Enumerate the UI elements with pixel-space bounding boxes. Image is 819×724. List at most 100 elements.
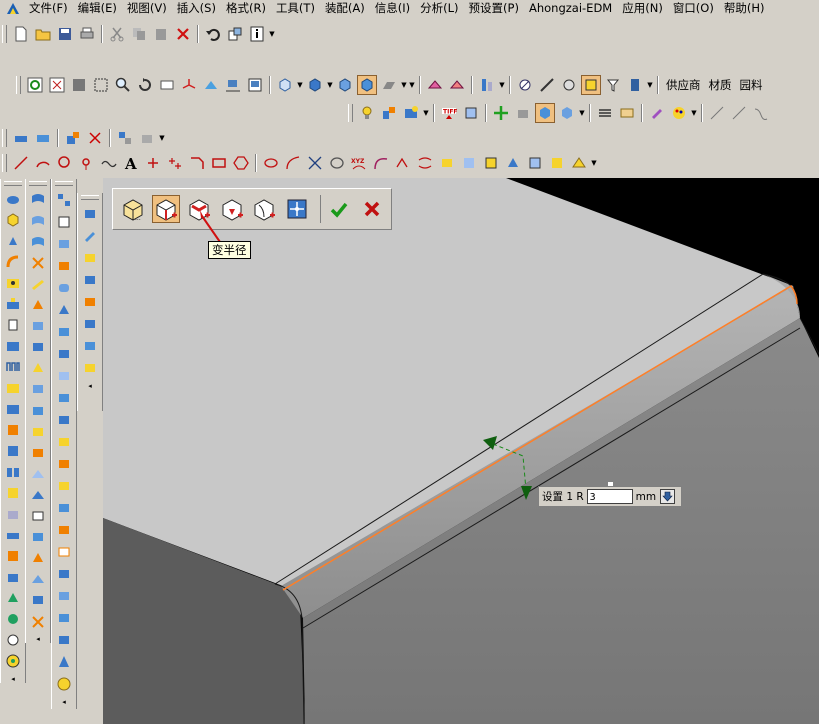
toolbar-dropdown-icon[interactable]: ▼: [158, 134, 166, 142]
extract-curve-icon[interactable]: [459, 153, 479, 173]
toolbar-dropdown-icon[interactable]: ▼: [408, 81, 416, 89]
shaded-face-icon[interactable]: [54, 564, 74, 584]
groove-icon[interactable]: [3, 379, 23, 398]
edge-blend-options-icon[interactable]: ...: [119, 195, 147, 223]
subtract-icon[interactable]: [54, 366, 74, 386]
face-analysis-icon[interactable]: [425, 75, 445, 95]
zoom-window-icon[interactable]: [69, 75, 89, 95]
strip-scroll-icon[interactable]: ◂: [36, 635, 40, 643]
graphics-viewport[interactable]: [103, 178, 819, 724]
thread-icon[interactable]: [3, 421, 23, 440]
menu-assembly[interactable]: 装配(A): [320, 0, 370, 17]
mating-icon[interactable]: [63, 128, 83, 148]
intersect-icon[interactable]: [54, 388, 74, 408]
menu-help[interactable]: 帮助(H): [719, 0, 770, 17]
law-extension-icon[interactable]: [28, 422, 48, 441]
body-icon[interactable]: [535, 103, 555, 123]
copy-icon[interactable]: [129, 24, 149, 44]
n-sided-icon[interactable]: [28, 295, 48, 314]
measure-icon[interactable]: [515, 75, 535, 95]
delete-icon[interactable]: [173, 24, 193, 44]
menu-edit[interactable]: 编辑(E): [73, 0, 122, 17]
move-feature-icon[interactable]: [80, 314, 100, 334]
select-filter-icon[interactable]: [603, 75, 623, 95]
toolbar-grip[interactable]: [16, 76, 21, 94]
point-icon[interactable]: [77, 153, 97, 173]
menu-info[interactable]: 信息(I): [370, 0, 415, 17]
mirror-curve-icon[interactable]: [525, 153, 545, 173]
menu-window[interactable]: 窗口(O): [668, 0, 719, 17]
reposition-icon[interactable]: [85, 128, 105, 148]
layout-icon[interactable]: [223, 75, 243, 95]
styled-blend-icon[interactable]: [28, 485, 48, 504]
section-curve-icon[interactable]: [481, 153, 501, 173]
toolbar-dropdown-icon[interactable]: ▼: [578, 109, 586, 117]
xyz-curve-icon[interactable]: XYZ: [349, 153, 369, 173]
extension-icon[interactable]: [28, 338, 48, 357]
mesh-surface-icon[interactable]: [28, 253, 48, 272]
isoparametric-icon[interactable]: [503, 153, 523, 173]
helix-icon[interactable]: [327, 153, 347, 173]
material-label[interactable]: 材质: [705, 77, 736, 93]
sweep-icon[interactable]: [3, 253, 23, 272]
point-selection-icon[interactable]: [283, 195, 311, 223]
replace-face-icon[interactable]: [54, 498, 74, 518]
line-icon[interactable]: [707, 103, 727, 123]
layer-settings-icon[interactable]: [617, 103, 637, 123]
circle-icon[interactable]: [55, 153, 75, 173]
silhouette-icon[interactable]: [569, 153, 589, 173]
target-icon[interactable]: [3, 652, 23, 671]
strip-scroll-icon[interactable]: ◂: [62, 698, 66, 706]
thicken-icon[interactable]: [54, 454, 74, 474]
strip-scroll-icon[interactable]: ◂: [11, 675, 15, 683]
toolbar-grip[interactable]: [348, 104, 353, 122]
toolbar-grip[interactable]: [2, 154, 7, 172]
tiff-export-icon[interactable]: TIFF: [439, 103, 459, 123]
refresh-icon[interactable]: [25, 75, 45, 95]
measure-angle-icon[interactable]: [559, 75, 579, 95]
ellipse-icon[interactable]: [261, 153, 281, 173]
block-icon[interactable]: [54, 256, 74, 276]
soft-blend-icon[interactable]: [28, 528, 48, 547]
trim-body-icon[interactable]: [3, 526, 23, 545]
wireframe-cube-icon[interactable]: [275, 75, 295, 95]
toolbar-dropdown-icon[interactable]: ▼: [590, 159, 598, 167]
split-body-icon[interactable]: [3, 547, 23, 566]
info-icon[interactable]: [247, 24, 267, 44]
fit-view-icon[interactable]: [47, 75, 67, 95]
section-view-icon[interactable]: [477, 75, 497, 95]
patch-icon[interactable]: [54, 542, 74, 562]
corner-icon[interactable]: [187, 153, 207, 173]
bridge-curve-icon[interactable]: [371, 153, 391, 173]
pocket-icon[interactable]: [3, 337, 23, 356]
menu-file[interactable]: 文件(F): [24, 0, 73, 17]
cylinder-icon[interactable]: [3, 316, 23, 335]
studio-icon[interactable]: [379, 75, 399, 95]
replace-feature-icon[interactable]: [80, 336, 100, 356]
datum-csys-icon[interactable]: [54, 234, 74, 254]
feature-op-icon[interactable]: [80, 204, 100, 224]
edit-color-icon[interactable]: [647, 103, 667, 123]
rectangle-icon[interactable]: [209, 153, 229, 173]
undo-icon[interactable]: [203, 24, 223, 44]
toolbar-grip[interactable]: [2, 129, 7, 147]
wcs-icon[interactable]: [179, 75, 199, 95]
offset-surface-icon[interactable]: [28, 380, 48, 399]
toolbar-dropdown-icon[interactable]: ▼: [498, 81, 506, 89]
door-icon[interactable]: [625, 75, 645, 95]
toolbar-dropdown-icon[interactable]: ▼: [646, 81, 654, 89]
edit-feature-icon[interactable]: [80, 226, 100, 246]
sew-icon[interactable]: [3, 589, 23, 608]
shaded-mode-icon[interactable]: [357, 75, 377, 95]
boss-icon[interactable]: [3, 295, 23, 314]
ok-checkmark-icon[interactable]: [325, 195, 353, 223]
render-style-icon[interactable]: [335, 75, 355, 95]
save-icon[interactable]: [55, 24, 75, 44]
light-bulb-icon[interactable]: [357, 103, 377, 123]
swept-surface-icon[interactable]: [28, 274, 48, 293]
edge-blend-icon[interactable]: [54, 410, 74, 430]
datum-axis-icon[interactable]: [54, 212, 74, 232]
body-list-icon[interactable]: [557, 103, 577, 123]
point-set-icon[interactable]: [143, 153, 163, 173]
cylinder-feature-icon[interactable]: [54, 278, 74, 298]
